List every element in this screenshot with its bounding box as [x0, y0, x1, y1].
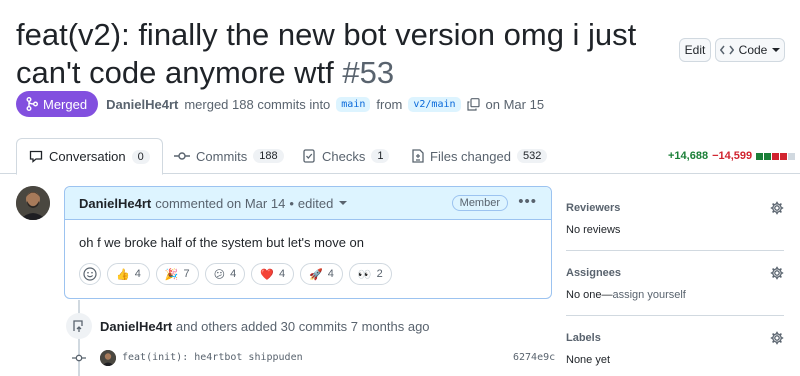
tab-label: Conversation: [49, 149, 126, 164]
comment-author[interactable]: DanielHe4rt: [79, 196, 151, 211]
comment-icon: [29, 150, 43, 163]
merge-icon: [26, 97, 38, 111]
reviewers-value: No reviews: [566, 224, 621, 236]
timeline-event: DanielHe4rt and others added 30 commits …: [100, 319, 430, 334]
chevron-down-icon[interactable]: [339, 200, 348, 206]
gear-icon[interactable]: [770, 201, 784, 215]
tab-count: 0: [131, 149, 150, 164]
avatar-image: [16, 186, 50, 220]
edited-dropdown[interactable]: edited: [298, 196, 333, 211]
edit-button[interactable]: Edit: [679, 38, 711, 62]
pr-meta: Merged DanielHe4rt merged 188 commits in…: [16, 91, 544, 117]
confused-face-icon: 😕: [213, 268, 226, 281]
merged-text: merged 188 commits into: [184, 96, 331, 112]
tab-files-changed[interactable]: Files changed 532: [400, 138, 559, 174]
reviewers-title: Reviewers: [566, 202, 621, 214]
sidebar-reviewers: Reviewers No reviews: [566, 201, 784, 236]
tab-count: 532: [516, 149, 548, 163]
reaction-hooray[interactable]: 🎉 7: [155, 263, 199, 285]
gear-icon[interactable]: [770, 266, 784, 280]
pr-title: feat(v2): finally the new bot version om…: [16, 16, 666, 92]
comment-separator: •: [289, 195, 294, 211]
sidebar-divider: [566, 250, 784, 251]
tab-checks[interactable]: Checks 1: [291, 138, 401, 174]
smiley-icon: [83, 267, 97, 281]
assignees-value: No one—assign yourself: [566, 289, 784, 301]
reaction-count: 7: [183, 268, 190, 280]
code-button-label: Code: [738, 43, 768, 57]
merge-date: on Mar 15: [485, 96, 545, 112]
status-label: Merged: [43, 96, 88, 112]
avatar[interactable]: [16, 186, 50, 220]
repo-push-icon: [66, 313, 92, 339]
tab-label: Files changed: [430, 148, 511, 164]
timeline-text: and others added 30 commits 7 months ago: [175, 319, 430, 334]
add-reaction-button[interactable]: [79, 263, 101, 285]
status-badge: Merged: [16, 91, 99, 117]
avatar-image: [100, 350, 116, 366]
tab-count: 188: [253, 149, 284, 163]
thumbs-up-icon: 👍: [116, 268, 130, 281]
checklist-icon: [303, 149, 315, 163]
reaction-thumbs-up[interactable]: 👍 4: [107, 263, 150, 285]
reaction-count: 4: [278, 268, 286, 280]
commit-author-avatar[interactable]: [100, 350, 116, 366]
tab-label: Checks: [322, 148, 366, 164]
role-badge: Member: [451, 195, 508, 211]
assignees-title: Assignees: [566, 267, 622, 279]
eyes-icon: 👀: [357, 268, 372, 281]
reaction-rocket[interactable]: 🚀 4: [300, 263, 343, 285]
tab-label: Commits: [196, 148, 248, 164]
additions-count: +14,688: [668, 150, 709, 162]
author-link[interactable]: DanielHe4rt: [106, 97, 178, 112]
reaction-count: 2: [376, 268, 383, 280]
pr-title-text: feat(v2): finally the new bot version om…: [16, 17, 637, 90]
commit-sha[interactable]: 6274e9c: [513, 352, 555, 363]
comment-body: oh f we broke half of the system but let…: [79, 235, 365, 250]
comment-action: commented on Mar 14: [155, 195, 286, 211]
assign-yourself-link[interactable]: assign yourself: [612, 289, 685, 301]
commit-node-icon: [72, 354, 86, 362]
sidebar-divider: [566, 315, 784, 316]
gear-icon[interactable]: [770, 331, 784, 345]
tab-count: 1: [371, 149, 390, 163]
sidebar-assignees: Assignees No one—assign yourself: [566, 266, 784, 301]
from-text: from: [376, 96, 403, 112]
code-icon: [719, 45, 734, 55]
code-button[interactable]: Code: [715, 38, 785, 62]
base-branch[interactable]: main: [336, 96, 371, 112]
pr-number: #53: [342, 55, 395, 90]
copy-icon[interactable]: [466, 97, 480, 111]
labels-value: None yet: [566, 354, 611, 366]
labels-title: Labels: [566, 332, 601, 344]
comment-box: DanielHe4rt commented on Mar 14 • edited…: [64, 186, 552, 299]
reaction-confused[interactable]: 😕 4: [204, 263, 246, 285]
kebab-menu-icon[interactable]: •••: [518, 193, 537, 210]
chevron-down-icon: [772, 48, 781, 52]
reaction-count: 4: [327, 268, 334, 280]
reactions: 👍 4 🎉 7 😕 4 ❤️ 4 🚀 4 👀 2: [79, 263, 392, 285]
head-branch[interactable]: v2/main: [408, 96, 461, 112]
commit-icon: [174, 152, 190, 160]
reaction-heart[interactable]: ❤️ 4: [251, 263, 295, 285]
reaction-count: 4: [134, 268, 141, 280]
rocket-icon: 🚀: [309, 268, 323, 281]
assignees-none: No one—: [566, 289, 613, 301]
commit-message[interactable]: feat(init): he4rtbot shippuden: [122, 352, 303, 363]
tab-conversation[interactable]: Conversation 0: [16, 138, 163, 175]
party-popper-icon: 🎉: [164, 268, 179, 281]
diffstat-bar: [756, 152, 796, 160]
diffstat: +14,688 −14,599: [668, 150, 796, 162]
tab-commits[interactable]: Commits 188: [162, 138, 296, 174]
file-diff-icon: [412, 149, 424, 163]
heart-icon: ❤️: [260, 268, 274, 281]
reaction-count: 4: [230, 268, 237, 280]
timeline-user[interactable]: DanielHe4rt: [100, 319, 172, 334]
deletions-count: −14,599: [712, 150, 753, 162]
reaction-eyes[interactable]: 👀 2: [348, 263, 392, 285]
sidebar-labels: Labels None yet: [566, 331, 784, 366]
